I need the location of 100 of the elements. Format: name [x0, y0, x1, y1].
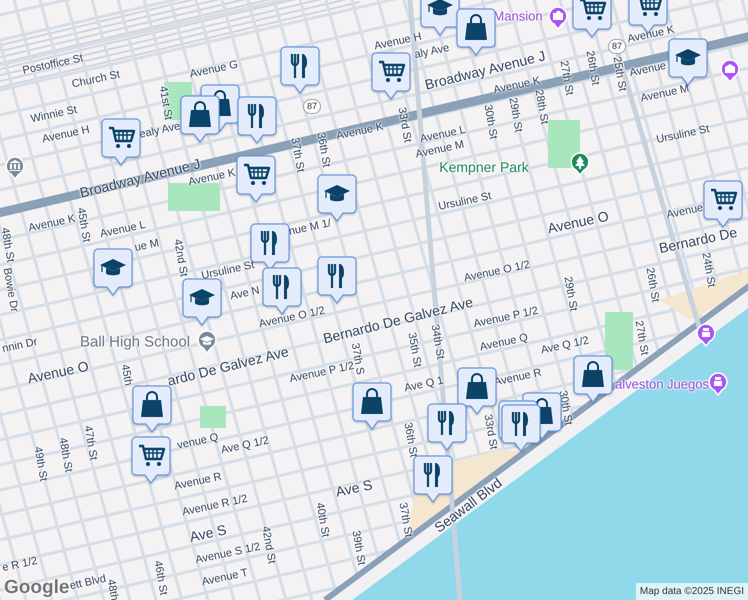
street-label: 29th St: [562, 276, 578, 312]
street-label: Avenue R 1/2: [181, 494, 249, 518]
columns-icon[interactable]: [5, 156, 25, 180]
street-label: Avenue P 1/2: [288, 360, 356, 386]
street-label: 30th St: [482, 104, 498, 140]
mortarboard-pin[interactable]: [93, 248, 133, 296]
street-label: Avenue: [628, 60, 668, 80]
shopping-bag-pin[interactable]: [456, 8, 496, 56]
street-label: Ave Q 1: [404, 376, 444, 394]
street-label: 41st St: [156, 85, 174, 121]
street-label: Avenue O: [546, 208, 610, 236]
park-area: [605, 312, 633, 370]
map-attribution: Map data ©2025 INEGI: [636, 583, 748, 600]
street-label: 26th St: [584, 50, 600, 86]
cart-pin[interactable]: [236, 155, 276, 203]
shopping-bag-pin[interactable]: [573, 355, 613, 403]
mortarboard-icon: [675, 49, 701, 66]
street-label: Avenue G: [189, 60, 239, 80]
street-label: e R 1/2: [2, 556, 38, 574]
route-shield: 87: [608, 39, 626, 54]
street-label: 39th St: [350, 530, 366, 566]
shopping-bag-pin[interactable]: [132, 385, 172, 433]
mortarboard-pin[interactable]: [182, 278, 222, 326]
street-label: 34th St: [428, 324, 446, 360]
cart-pin[interactable]: [131, 436, 171, 484]
street-label: Bowie Dr: [0, 267, 20, 313]
camera-icon[interactable]: [548, 6, 568, 30]
cart-pin[interactable]: [703, 180, 743, 228]
street-label: 42nd St: [259, 525, 277, 565]
street-label: Avenue L: [99, 220, 147, 240]
street-label: 36th St: [402, 422, 418, 458]
park-area: [200, 406, 226, 428]
shopping-bag-pin[interactable]: [352, 382, 392, 430]
street-label: 33rd St: [482, 414, 498, 450]
street-label: nue M 1/: [288, 218, 332, 238]
street-label: 28th St: [532, 88, 550, 126]
street-label: Avenue R: [173, 472, 223, 492]
cart-icon: [139, 444, 166, 466]
shopping-bag-icon: [582, 361, 604, 387]
mortarboard-icon: [189, 289, 215, 306]
mortarboard-icon: [100, 259, 126, 276]
fork-knife-pin[interactable]: [280, 46, 320, 94]
tree-icon[interactable]: [570, 152, 590, 176]
cart-icon: [379, 60, 406, 82]
street-label: nnin Dr: [2, 336, 38, 356]
shopping-bag-icon: [141, 391, 163, 417]
street-label: Ave N: [229, 286, 261, 302]
route-shield: 87: [303, 99, 321, 114]
place-label: Kempner Park: [439, 160, 529, 174]
fork-knife-pin[interactable]: [317, 256, 357, 304]
shopping-bag-icon: [361, 388, 383, 414]
street-label: venue Q: [176, 432, 220, 452]
street-label: Avenue: [666, 202, 704, 222]
street-label: aly Ave: [414, 42, 450, 62]
street-label: 29th St: [506, 96, 524, 134]
shopping-bag-icon: [466, 373, 488, 399]
fork-knife-icon: [328, 262, 344, 290]
street-label: 48th: [104, 578, 120, 600]
shopping-bag-pin[interactable]: [457, 367, 497, 415]
street-label: Ave S: [188, 522, 228, 544]
mortarboard-icon: [324, 185, 350, 202]
fork-knife-pin[interactable]: [237, 96, 277, 144]
street-label: ett Blvd: [68, 574, 108, 592]
building-icon[interactable]: [720, 59, 740, 83]
street-label: Ursuline St: [656, 124, 710, 146]
street-label: 25th St: [610, 56, 628, 92]
street-label: Avenue O 1/2: [463, 260, 531, 284]
fork-knife-icon: [260, 230, 278, 256]
cart-pin[interactable]: [371, 52, 411, 100]
street-label: Avenue M: [640, 84, 690, 104]
mortarboard-pin[interactable]: [420, 0, 460, 36]
street-label: 49th St: [32, 446, 48, 482]
street-label: Winnie St: [30, 104, 78, 126]
street-label: 46th St: [152, 560, 168, 596]
shopping-bag-icon: [465, 14, 487, 40]
street-label: Ave Q 1/2: [540, 336, 590, 356]
park-area: [548, 120, 580, 168]
fork-knife-pin[interactable]: [427, 403, 467, 451]
street-label: 37th St: [396, 502, 414, 538]
cart-pin[interactable]: [572, 0, 612, 38]
mortarboard-icon[interactable]: [197, 330, 217, 354]
mortarboard-pin[interactable]: [668, 38, 708, 86]
street-label: ue M: [134, 238, 160, 254]
fork-knife-icon: [290, 52, 308, 80]
street-label: 45th St: [74, 206, 92, 244]
street-label: Avenue S 1/2: [194, 542, 262, 566]
street-label: Avenue Q: [479, 332, 529, 354]
street-label: 42nd St: [171, 238, 189, 278]
shopping-bag-pin[interactable]: [180, 95, 220, 143]
cart-pin[interactable]: [101, 118, 141, 166]
street-label: 35th St: [406, 332, 422, 368]
mortarboard-icon: [427, 0, 453, 16]
cart-icon: [109, 126, 136, 148]
street-label: Avenue P 1/2: [472, 306, 540, 330]
street-label: Avenue H: [41, 124, 91, 146]
street-label: Avenue K: [28, 214, 76, 234]
street-label: 27th St: [558, 60, 574, 96]
fork-knife-icon: [438, 410, 454, 436]
cart-icon: [580, 0, 606, 20]
cart-icon: [711, 188, 738, 210]
